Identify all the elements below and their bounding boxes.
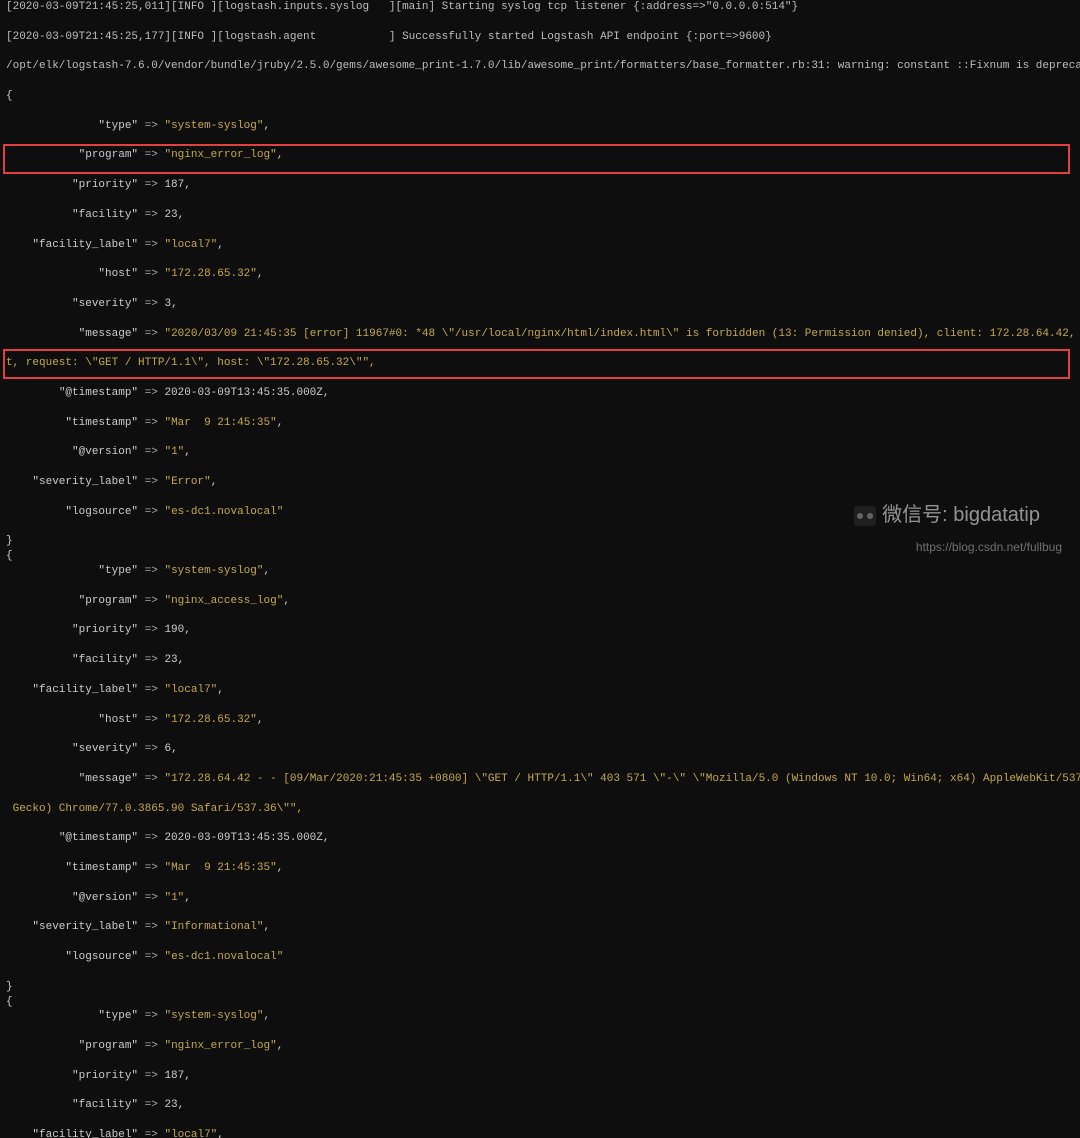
log2-message-2: Gecko) Chrome/77.0.3865.90 Safari/537.36… (6, 802, 1080, 817)
log3-program: "program" => "nginx_error_log", (6, 1039, 1080, 1054)
log2-timestamp: "timestamp" => "Mar 9 21:45:35", (6, 861, 1080, 876)
wechat-icon (854, 506, 876, 526)
log2-facility: "facility" => 23, (6, 653, 1080, 668)
log2-program: "program" => "nginx_access_log", (6, 594, 1080, 609)
brace-close-1: } (6, 535, 13, 547)
hdr-line-3: /opt/elk/logstash-7.6.0/vendor/bundle/jr… (6, 59, 1080, 74)
log1-at-timestamp: "@timestamp" => 2020-03-09T13:45:35.000Z… (6, 386, 1080, 401)
log1-timestamp: "timestamp" => "Mar 9 21:45:35", (6, 416, 1080, 431)
log3-facility: "facility" => 23, (6, 1098, 1080, 1113)
log1-facility: "facility" => 23, (6, 208, 1080, 223)
log2-priority: "priority" => 190, (6, 623, 1080, 638)
log1-priority: "priority" => 187, (6, 178, 1080, 193)
log2-severity: "severity" => 6, (6, 742, 1080, 757)
log2-host: "host" => "172.28.65.32", (6, 713, 1080, 728)
brace-open-3: { (6, 996, 13, 1008)
hdr-line-1: [2020-03-09T21:45:25,011][INFO ][logstas… (6, 0, 1080, 15)
log2-facility-label: "facility_label" => "local7", (6, 683, 1080, 698)
brace-close-2: } (6, 981, 13, 993)
log2-type: "type" => "system-syslog", (6, 564, 1080, 579)
log2-logsource: "logsource" => "es-dc1.novalocal" (6, 950, 1080, 965)
log3-priority: "priority" => 187, (6, 1069, 1080, 1084)
log1-at-version: "@version" => "1", (6, 445, 1080, 460)
log3-facility-label: "facility_label" => "local7", (6, 1128, 1080, 1138)
wechat-watermark: 微信号: bigdatatip (854, 502, 1040, 529)
log1-message-2: t, request: \"GET / HTTP/1.1\", host: \"… (6, 356, 1080, 371)
log1-message-1: "message" => "2020/03/09 21:45:35 [error… (6, 327, 1080, 342)
log1-program: "program" => "nginx_error_log", (6, 148, 1080, 163)
log2-message-1: "message" => "172.28.64.42 - - [09/Mar/2… (6, 772, 1080, 787)
wechat-label: 微信号: bigdatatip (882, 502, 1040, 529)
terminal-output: [2020-03-09T21:45:25,011][INFO ][logstas… (0, 0, 1080, 1138)
log3-type: "type" => "system-syslog", (6, 1009, 1080, 1024)
hdr-line-2: [2020-03-09T21:45:25,177][INFO ][logstas… (6, 30, 1080, 45)
blog-link[interactable]: https://blog.csdn.net/fullbug (916, 539, 1062, 555)
log2-at-timestamp: "@timestamp" => 2020-03-09T13:45:35.000Z… (6, 831, 1080, 846)
brace-open-2: { (6, 550, 13, 562)
brace-open-1: { (6, 89, 1080, 104)
log1-severity: "severity" => 3, (6, 297, 1080, 312)
log2-severity-label: "severity_label" => "Informational", (6, 920, 1080, 935)
log1-severity-label: "severity_label" => "Error", (6, 475, 1080, 490)
log1-facility-label: "facility_label" => "local7", (6, 238, 1080, 253)
log2-at-version: "@version" => "1", (6, 891, 1080, 906)
log1-type: "type" => "system-syslog", (6, 119, 1080, 134)
log1-host: "host" => "172.28.65.32", (6, 267, 1080, 282)
